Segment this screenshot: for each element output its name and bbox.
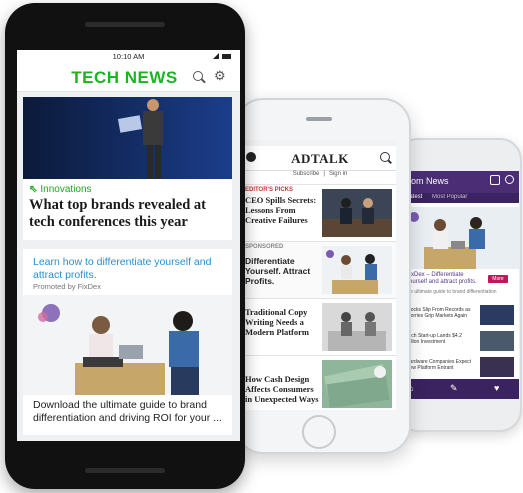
list-item[interactable]: Traditional Copy Writing Needs a Modern … [244,298,396,356]
list-item[interactable]: EDITOR'S PICKS CEO Spills Secrets: Lesso… [244,184,396,242]
search-icon[interactable] [505,175,514,184]
speaker [85,468,165,473]
search-icon[interactable] [380,152,390,162]
list-item[interactable]: Tech Start-up Lands $4.2 Billion Investm… [406,331,519,355]
account-links: Subscribe | Sign in [292,171,348,177]
article-image [322,303,392,351]
list-item-title: Stocks Slip From Records as Worries Grip… [406,307,471,319]
category-label[interactable]: ⇖ Innovations [29,184,92,195]
section-label: SPONSORED [245,244,284,250]
status-bar: 10:10 AM [17,50,240,63]
speaker [306,117,332,121]
download-text[interactable]: Download the ultimate guide to brand dif… [33,399,228,425]
headline: What top brands revealed at tech confere… [29,197,206,230]
home-button[interactable] [302,415,336,449]
headline: Traditional Copy Writing Needs a Modern … [245,307,309,337]
promoted-by: Promoted by FixDex [33,282,101,291]
promo-link[interactable]: Learn how to differentiate yourself and … [33,256,228,282]
app-header: oom News [402,171,519,193]
list-item-thumbnail [480,331,514,351]
speaker [85,22,165,27]
phone-front-screen: 10:10 AM TECH NEWS ⚙ ⇖ Innovations What … [17,50,240,441]
sponsored-image [23,295,232,395]
article-image [322,360,392,408]
sign-in-link[interactable]: Sign in [329,171,347,177]
list-item-title: Tech Start-up Lands $4.2 Billion Investm… [406,333,462,345]
bottom-nav: ⌂ ✎ ♥ [402,379,519,399]
subscribe-link[interactable]: Subscribe [293,171,320,177]
ad-description: the ultimate guide to brand differentiat… [406,289,497,295]
headline: How Cash Design Affects Consumers in Une… [245,374,319,404]
app-header: ADTALK [244,146,396,171]
gear-icon[interactable]: ⚙ [214,69,226,83]
arrow-up-left-icon: ⇖ [29,184,38,195]
signal-battery-icon [213,53,231,59]
search-icon[interactable] [193,71,203,81]
list-item[interactable]: SPONSORED Differentiate Yourself. Attrac… [244,241,396,299]
list-item[interactable]: Stocks Slip From Records as Worries Grip… [406,305,519,329]
app-header: TECH NEWS ⚙ [17,63,240,92]
ad-title: FixDex – Differentiate yourself and attr… [406,272,477,285]
article-card[interactable]: ⇖ Innovations What top brands revealed at… [23,97,232,240]
list-item-title: Hardware Companies Expect New Platform E… [406,359,472,371]
app-title: ADTALK [291,151,349,166]
list-item[interactable]: How Cash Design Affects Consumers in Une… [244,355,396,410]
section-label: EDITOR'S PICKS [245,187,293,193]
app-title: oom News [406,176,449,186]
category-text: Innovations [40,184,92,195]
article-image [23,97,232,179]
phone-back-screen: oom News Latest Most Popular FixDex – Di… [402,171,519,399]
article-image [322,189,392,237]
phone-middle-screen: ADTALK Subscribe | Sign in EDITOR'S PICKS … [244,140,396,410]
list-item-thumbnail [480,357,514,377]
sponsored-card[interactable]: Learn how to differentiate yourself and … [23,249,232,435]
tab-most-popular[interactable]: Most Popular [432,194,467,200]
edit-icon[interactable]: ✎ [450,383,458,394]
tab-bar: Latest Most Popular [402,193,519,203]
headline: CEO Spills Secrets: Lessons From Creativ… [245,195,317,225]
bookmark-icon[interactable] [490,175,500,185]
status-time: 10:10 AM [112,52,145,61]
more-button[interactable]: More [488,275,508,283]
list-item[interactable]: Hardware Companies Expect New Platform E… [406,357,519,381]
article-image [322,246,392,294]
list-item-thumbnail [480,305,514,325]
heart-icon[interactable]: ♥ [494,383,499,393]
headline: Differentiate Yourself. Attract Profits. [245,256,311,286]
hero-image [406,207,519,269]
